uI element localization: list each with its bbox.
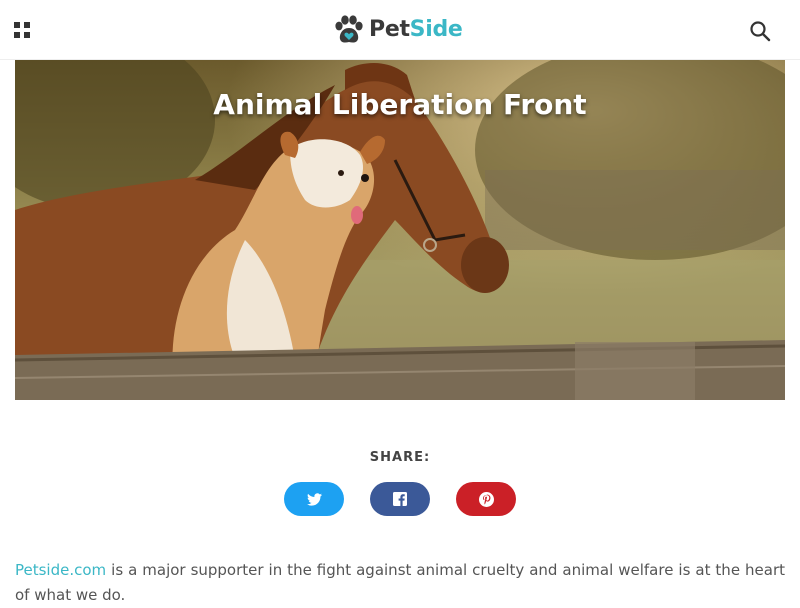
site-header: PetSide — [0, 0, 800, 60]
grid-menu-icon[interactable] — [14, 22, 30, 38]
search-icon[interactable] — [748, 19, 772, 43]
share-facebook-button[interactable] — [370, 482, 430, 516]
petside-link[interactable]: Petside.com — [15, 561, 106, 579]
hero-image: Animal Liberation Front — [15, 60, 785, 400]
paw-heart-icon — [335, 15, 363, 43]
facebook-icon — [393, 492, 407, 506]
logo-pet-text: Pet — [369, 17, 410, 42]
share-twitter-button[interactable] — [284, 482, 344, 516]
intro-text: is a major supporter in the fight agains… — [15, 561, 785, 604]
share-label: SHARE: — [369, 450, 431, 465]
article-intro: Petside.com is a major supporter in the … — [15, 558, 785, 608]
pinterest-icon — [478, 491, 494, 507]
hero-title: Animal Liberation Front — [213, 88, 587, 121]
share-pinterest-button[interactable] — [456, 482, 516, 516]
logo-side-text: Side — [409, 17, 463, 42]
logo-wordmark: PetSide — [369, 15, 463, 45]
twitter-icon — [306, 492, 322, 506]
site-logo[interactable]: PetSide — [333, 14, 463, 46]
